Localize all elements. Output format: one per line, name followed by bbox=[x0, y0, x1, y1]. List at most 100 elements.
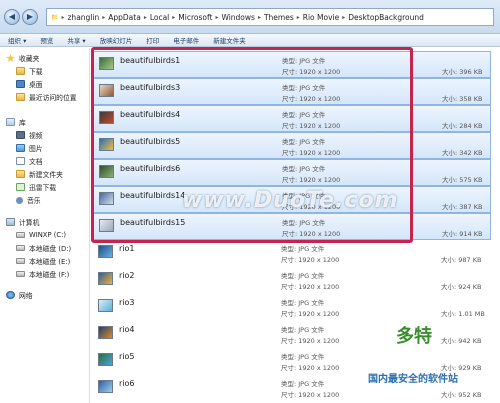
file-size: 大小: 575 KB bbox=[442, 176, 483, 184]
breadcrumb-segment[interactable]: Rio Movie bbox=[303, 13, 339, 22]
folder-icon bbox=[16, 170, 25, 178]
nav-item-label: 本地磁盘 (F:) bbox=[29, 271, 70, 279]
computer-icon bbox=[6, 218, 15, 226]
image-thumbnail-icon bbox=[98, 326, 113, 339]
command-toolbar: 组织 ▾ 预览 共享 ▾ 放映幻灯片 打印 电子邮件 新建文件夹 bbox=[0, 34, 500, 47]
file-name: rio4 bbox=[119, 325, 135, 334]
nav-item-music[interactable]: 音乐 bbox=[16, 194, 41, 206]
file-dimensions: 尺寸: 1920 x 1200 bbox=[282, 176, 341, 184]
file-dimensions: 尺寸: 1920 x 1200 bbox=[281, 310, 340, 318]
nav-item-xunlei[interactable]: 迅雷下载 bbox=[16, 181, 56, 193]
file-row[interactable]: beautifulbirds1 类型: JPG 文件 尺寸: 1920 x 1200… bbox=[93, 51, 491, 78]
nav-item-label: 视频 bbox=[29, 132, 43, 140]
file-size: 大小: 914 KB bbox=[442, 230, 483, 238]
nav-item-drive-f[interactable]: 本地磁盘 (F:) bbox=[16, 268, 69, 280]
breadcrumb-separator-icon[interactable]: ▸ bbox=[102, 14, 105, 21]
file-name: beautifulbirds4 bbox=[120, 110, 181, 119]
image-thumbnail-icon bbox=[99, 138, 114, 151]
breadcrumb-separator-icon[interactable]: ▸ bbox=[215, 14, 218, 21]
nav-item-label: 文档 bbox=[29, 158, 43, 166]
nav-item-desktop[interactable]: 桌面 bbox=[16, 78, 43, 90]
file-size: 大小: 342 KB bbox=[442, 149, 483, 157]
watermark-logo: 多特 bbox=[396, 326, 432, 347]
file-row[interactable]: rio1 类型: JPG 文件 尺寸: 1920 x 1200 大小: 987 KB bbox=[93, 240, 491, 267]
toolbar-button[interactable]: 放映幻灯片 bbox=[93, 35, 140, 45]
breadcrumb-segment[interactable]: Local bbox=[150, 13, 169, 22]
breadcrumb-segment[interactable]: Microsoft bbox=[178, 13, 212, 22]
image-thumbnail-icon bbox=[98, 245, 113, 258]
back-button[interactable]: ◀ bbox=[4, 9, 20, 25]
file-size: 大小: 942 KB bbox=[441, 337, 482, 345]
file-row[interactable]: beautifulbirds15 类型: JPG 文件 尺寸: 1920 x 120… bbox=[93, 213, 491, 240]
star-icon bbox=[6, 54, 15, 62]
file-row[interactable]: beautifulbirds5 类型: JPG 文件 尺寸: 1920 x 1200… bbox=[93, 132, 491, 159]
nav-libraries-label: 库 bbox=[19, 119, 26, 127]
nav-item-drive-d[interactable]: 本地磁盘 (D:) bbox=[16, 242, 71, 254]
nav-network[interactable]: 网络 bbox=[6, 289, 33, 301]
file-size: 大小: 284 KB bbox=[442, 122, 483, 130]
file-row[interactable]: beautifulbirds4 类型: JPG 文件 尺寸: 1920 x 1200… bbox=[93, 105, 491, 132]
nav-item-new-folder[interactable]: 新建文件夹 bbox=[16, 168, 63, 180]
breadcrumb-separator-icon[interactable]: ▸ bbox=[342, 14, 345, 21]
breadcrumb-separator-icon[interactable]: ▸ bbox=[258, 14, 261, 21]
file-row[interactable]: beautifulbirds3 类型: JPG 文件 尺寸: 1920 x 1200… bbox=[93, 78, 491, 105]
toolbar-button[interactable]: 新建文件夹 bbox=[206, 35, 253, 45]
drive-icon bbox=[16, 232, 25, 238]
nav-computer[interactable]: 计算机 bbox=[6, 216, 39, 228]
file-size: 大小: 396 KB bbox=[442, 68, 483, 76]
nav-item-drive-c[interactable]: WINXP (C:) bbox=[16, 229, 66, 241]
breadcrumb-segment[interactable]: zhanglin bbox=[68, 13, 100, 22]
file-dimensions: 尺寸: 1920 x 1200 bbox=[282, 95, 341, 103]
image-thumbnail-icon bbox=[98, 299, 113, 312]
image-thumbnail-icon bbox=[99, 165, 114, 178]
nav-item-label: 迅雷下载 bbox=[29, 184, 57, 192]
nav-item-recent[interactable]: 最近访问的位置 bbox=[16, 91, 77, 103]
breadcrumb-separator-icon[interactable]: ▸ bbox=[144, 14, 147, 21]
nav-item-drive-e[interactable]: 本地磁盘 (E:) bbox=[16, 255, 70, 267]
address-bar: ◀ ▶ 📁 ▸ zhanglin ▸ AppData ▸ Local ▸ Microsoft ▸… bbox=[0, 0, 500, 34]
nav-item-videos[interactable]: 视频 bbox=[16, 129, 43, 141]
toolbar-button[interactable]: 电子邮件 bbox=[166, 35, 206, 45]
breadcrumb[interactable]: 📁 ▸ zhanglin ▸ AppData ▸ Local ▸ Microsoft ▸ Wind… bbox=[46, 8, 494, 26]
file-type: 类型: JPG 文件 bbox=[282, 84, 326, 92]
file-name: rio1 bbox=[119, 244, 135, 253]
nav-network-label: 网络 bbox=[19, 292, 33, 300]
forward-button[interactable]: ▶ bbox=[22, 9, 38, 25]
nav-item-pictures[interactable]: 图片 bbox=[16, 142, 43, 154]
breadcrumb-separator-icon[interactable]: ▸ bbox=[172, 14, 175, 21]
file-list: beautifulbirds1 类型: JPG 文件尺寸: 1920 x 1200… bbox=[91, 48, 500, 403]
file-row[interactable]: rio2 类型: JPG 文件 尺寸: 1920 x 1200 大小: 924 KB bbox=[93, 267, 491, 294]
nav-favorites[interactable]: 收藏夹 bbox=[6, 52, 39, 64]
nav-libraries[interactable]: 库 bbox=[6, 116, 26, 128]
image-thumbnail-icon bbox=[98, 272, 113, 285]
image-thumbnail-icon bbox=[99, 57, 114, 70]
file-row[interactable]: beautifulbirds6 类型: JPG 文件 尺寸: 1920 x 1200… bbox=[93, 159, 491, 186]
nav-item-downloads[interactable]: 下载 bbox=[16, 65, 43, 77]
breadcrumb-segment[interactable]: AppData bbox=[108, 13, 141, 22]
file-size: 大小: 387 KB bbox=[442, 203, 483, 211]
breadcrumb-separator-icon[interactable]: ▸ bbox=[297, 14, 300, 21]
image-thumbnail-icon bbox=[98, 353, 113, 366]
file-dimensions: 尺寸: 1920 x 1200 bbox=[281, 283, 340, 291]
toolbar-button[interactable]: 预览 bbox=[33, 35, 60, 45]
file-dimensions: 尺寸: 1920 x 1200 bbox=[281, 337, 340, 345]
desktop-icon bbox=[16, 80, 25, 88]
breadcrumb-segment[interactable]: DesktopBackground bbox=[348, 13, 424, 22]
nav-item-documents[interactable]: 文档 bbox=[16, 155, 43, 167]
file-row[interactable]: rio3 类型: JPG 文件 尺寸: 1920 x 1200 大小: 1.01 MB bbox=[93, 294, 491, 321]
nav-item-label: 新建文件夹 bbox=[29, 171, 63, 179]
file-name: beautifulbirds1 bbox=[120, 56, 181, 65]
breadcrumb-separator-icon[interactable]: ▸ bbox=[61, 14, 64, 21]
file-name: rio6 bbox=[119, 379, 135, 388]
forward-arrow-icon: ▶ bbox=[26, 12, 34, 21]
nav-item-label: 音乐 bbox=[27, 197, 41, 205]
breadcrumb-segment[interactable]: Themes bbox=[264, 13, 294, 22]
toolbar-button[interactable]: 共享 ▾ bbox=[60, 35, 92, 45]
watermark-footer: 国内最安全的软件站 bbox=[368, 374, 458, 385]
toolbar-button[interactable]: 打印 bbox=[139, 35, 166, 45]
breadcrumb-segment[interactable]: Windows bbox=[221, 13, 254, 22]
file-name: beautifulbirds6 bbox=[120, 164, 181, 173]
toolbar-button[interactable]: 组织 ▾ bbox=[0, 35, 33, 45]
image-thumbnail-icon bbox=[98, 380, 113, 393]
file-dimensions: 尺寸: 1920 x 1200 bbox=[282, 230, 341, 238]
